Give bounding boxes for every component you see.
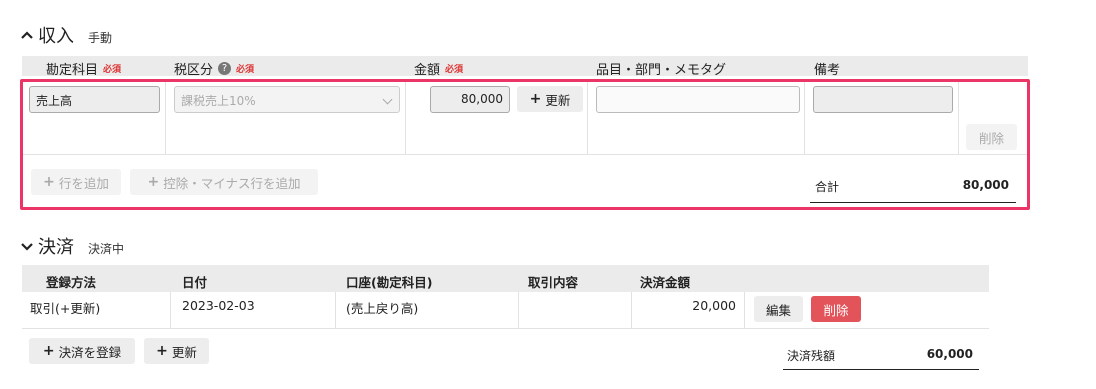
register-settlement-label: 決済を登録 <box>58 344 122 360</box>
balance-value: 60,000 <box>926 347 973 361</box>
tax-select[interactable]: 課税売上10% <box>174 86 400 113</box>
add-deduction-label: 控除・マイナス行を追加 <box>163 175 301 191</box>
settlement-subtitle: 決済中 <box>88 242 125 256</box>
required-badge: 必須 <box>103 65 122 75</box>
balance-underline <box>783 369 979 370</box>
column-account-label: 勘定科目 <box>46 63 99 78</box>
total-underline <box>810 202 1016 203</box>
column-header-content: 取引内容 <box>528 275 579 290</box>
help-icon[interactable]: ? <box>218 62 232 75</box>
divider <box>958 82 959 154</box>
divider <box>804 82 805 154</box>
divider <box>631 292 632 328</box>
items-field[interactable] <box>596 86 800 113</box>
plus-icon: + <box>43 174 55 190</box>
settlement-table-header <box>22 265 989 292</box>
settlement-title: 決済 <box>38 237 74 258</box>
update-settlement-button[interactable]: + 更新 <box>144 338 209 364</box>
divider <box>405 82 406 154</box>
required-badge: 必須 <box>445 65 464 75</box>
column-note-label: 備考 <box>814 63 841 78</box>
income-section-header[interactable]: 収入 手動 <box>20 22 112 48</box>
column-header-date: 日付 <box>182 275 208 290</box>
chevron-up-icon[interactable] <box>20 30 34 40</box>
plus-icon: + <box>156 343 168 359</box>
update-amount-label: 更新 <box>545 92 571 108</box>
required-badge: 必須 <box>236 65 255 75</box>
divider <box>744 292 745 328</box>
update-settlement-label: 更新 <box>171 344 197 360</box>
add-deduction-button[interactable]: + 控除・マイナス行を追加 <box>130 169 318 195</box>
settlement-amount: 20,000 <box>692 298 736 313</box>
divider <box>587 82 588 154</box>
column-header-items: 品目・部門・メモタグ <box>596 59 726 78</box>
column-header-bank-account: 口座(勘定科目) <box>346 275 433 290</box>
tax-select-value: 課税売上10% <box>181 94 256 108</box>
balance-label: 決済残額 <box>787 349 836 363</box>
delete-row-button[interactable]: 削除 <box>966 124 1017 150</box>
settlement-date: 2023-02-03 <box>182 298 255 313</box>
settlement-account: (売上戻り高) <box>346 301 419 316</box>
column-tax-label: 税区分 <box>174 63 214 78</box>
total-label: 合計 <box>815 180 840 194</box>
divider <box>518 292 519 328</box>
plus-icon: + <box>147 174 160 190</box>
income-title: 収入 <box>38 26 74 47</box>
settlement-section-header[interactable]: 決済 決済中 <box>20 233 124 259</box>
column-amount-label: 金額 <box>414 63 441 78</box>
chevron-down-icon <box>382 94 393 105</box>
note-field[interactable] <box>813 86 953 113</box>
register-settlement-button[interactable]: + 決済を登録 <box>29 338 135 364</box>
delete-settlement-button[interactable]: 削除 <box>811 296 861 322</box>
column-items-label: 品目・部門・メモタグ <box>596 63 727 78</box>
plus-icon: + <box>529 91 542 107</box>
edit-settlement-button[interactable]: 編集 <box>754 296 803 322</box>
amount-field[interactable]: 80,000 <box>430 86 510 113</box>
divider <box>335 292 336 328</box>
column-header-method: 登録方法 <box>46 275 97 290</box>
income-table-header <box>22 56 1028 76</box>
divider <box>23 154 1027 155</box>
column-header-tax: 税区分 ? 必須 <box>174 59 254 78</box>
update-amount-button[interactable]: + 更新 <box>517 86 583 112</box>
total-value: 80,000 <box>962 178 1009 192</box>
income-subtitle: 手動 <box>88 31 113 45</box>
add-row-label: 行を追加 <box>58 175 109 191</box>
account-field[interactable]: 売上高 <box>29 86 160 113</box>
add-row-button[interactable]: + 行を追加 <box>31 169 121 195</box>
divider <box>22 328 989 329</box>
plus-icon: + <box>42 343 55 359</box>
column-header-note: 備考 <box>814 59 840 78</box>
column-header-account: 勘定科目 必須 <box>46 59 121 78</box>
column-header-amount: 金額 必須 <box>414 59 463 78</box>
column-header-settled-amount: 決済金額 <box>640 275 691 290</box>
divider <box>170 292 171 328</box>
settlement-method: 取引(+更新) <box>30 301 101 316</box>
chevron-down-icon[interactable] <box>20 241 34 251</box>
divider <box>165 82 166 154</box>
